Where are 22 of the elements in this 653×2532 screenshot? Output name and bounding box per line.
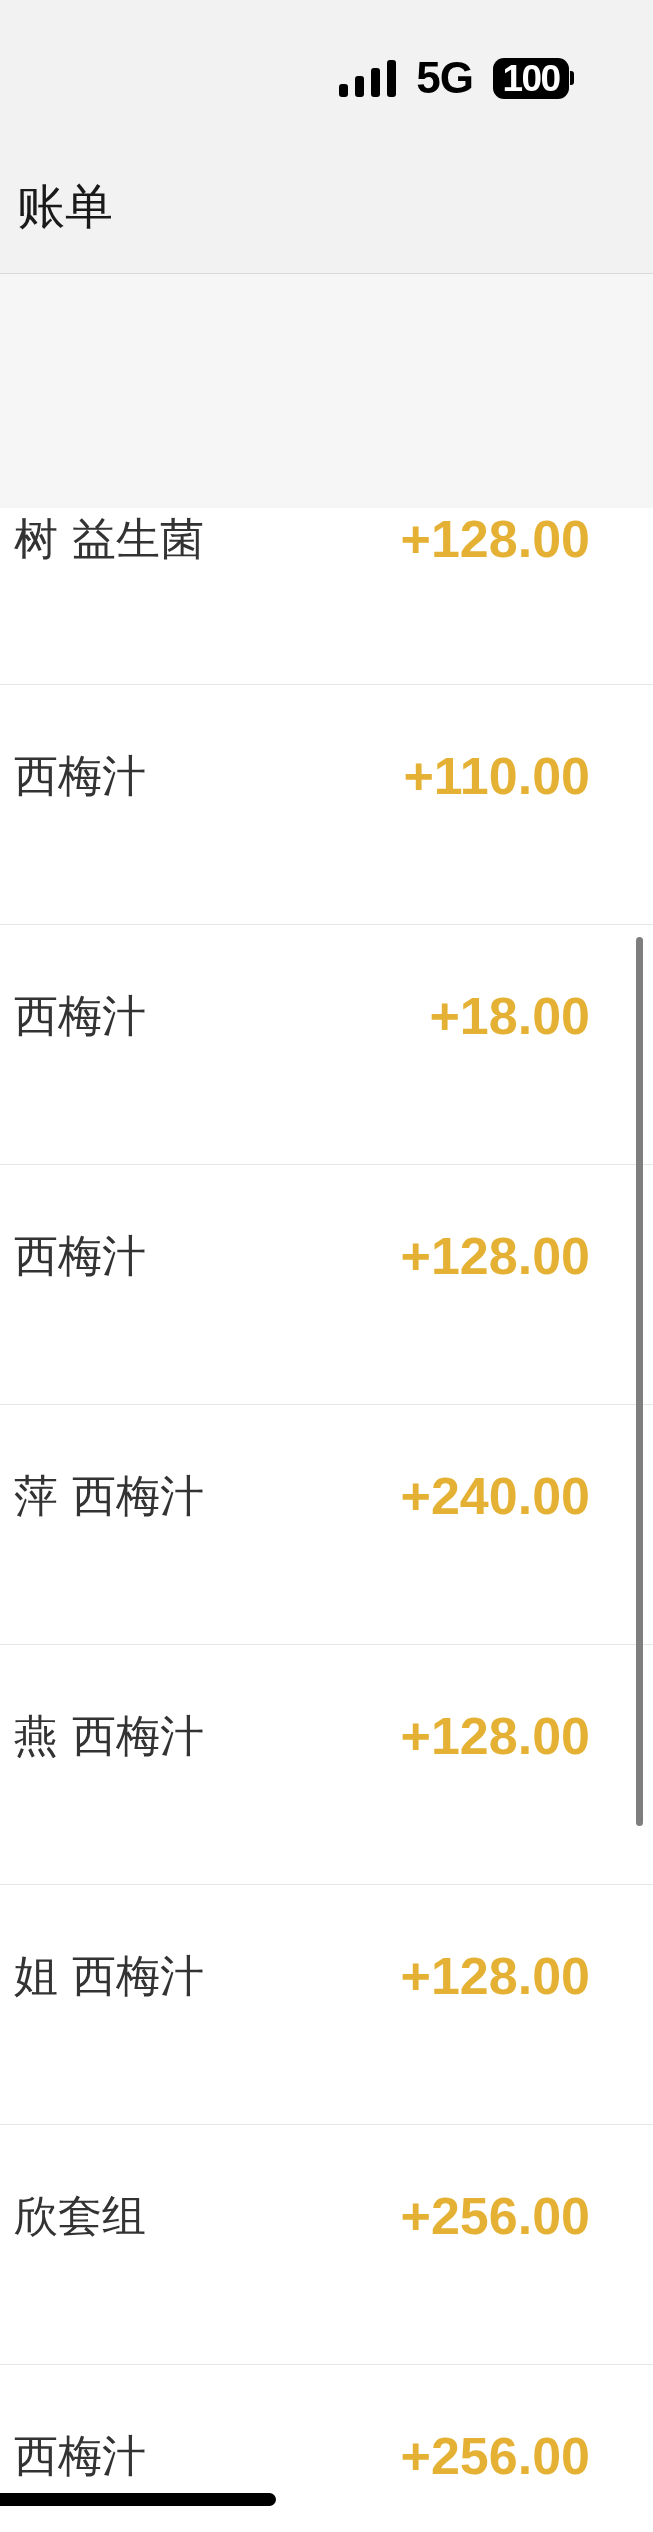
transaction-amount: +240.00 xyxy=(400,1466,590,1527)
transaction-name: 西梅汁 xyxy=(14,1229,146,1283)
transaction-name: 西梅汁 xyxy=(14,989,146,1043)
transaction-name: 萍 西梅汁 xyxy=(14,1469,204,1523)
transaction-name: 西梅汁 xyxy=(14,749,146,803)
transaction-name: 燕 西梅汁 xyxy=(14,1709,204,1763)
transaction-amount: +128.00 xyxy=(400,1946,590,2007)
battery-indicator: 100 xyxy=(493,57,574,99)
transaction-name: 树 益生菌 xyxy=(14,512,204,566)
transaction-amount: +128.00 xyxy=(400,1226,590,1287)
network-label: 5G xyxy=(416,56,473,100)
transaction-amount: +110.00 xyxy=(403,746,590,807)
transaction-amount: +256.00 xyxy=(400,2186,590,2247)
signal-icon xyxy=(339,59,397,97)
page-title: 账单 xyxy=(17,177,113,235)
transaction-name: 欣套组 xyxy=(14,2189,146,2243)
transaction-amount: +128.00 xyxy=(400,1706,590,1767)
transaction-amount: +256.00 xyxy=(400,2426,590,2487)
transaction-amount: +18.00 xyxy=(429,986,590,1047)
transaction-name: 西梅汁 xyxy=(14,2429,146,2483)
transaction-amount: +128.00 xyxy=(400,509,590,570)
transaction-name: 姐 西梅汁 xyxy=(14,1949,204,2003)
